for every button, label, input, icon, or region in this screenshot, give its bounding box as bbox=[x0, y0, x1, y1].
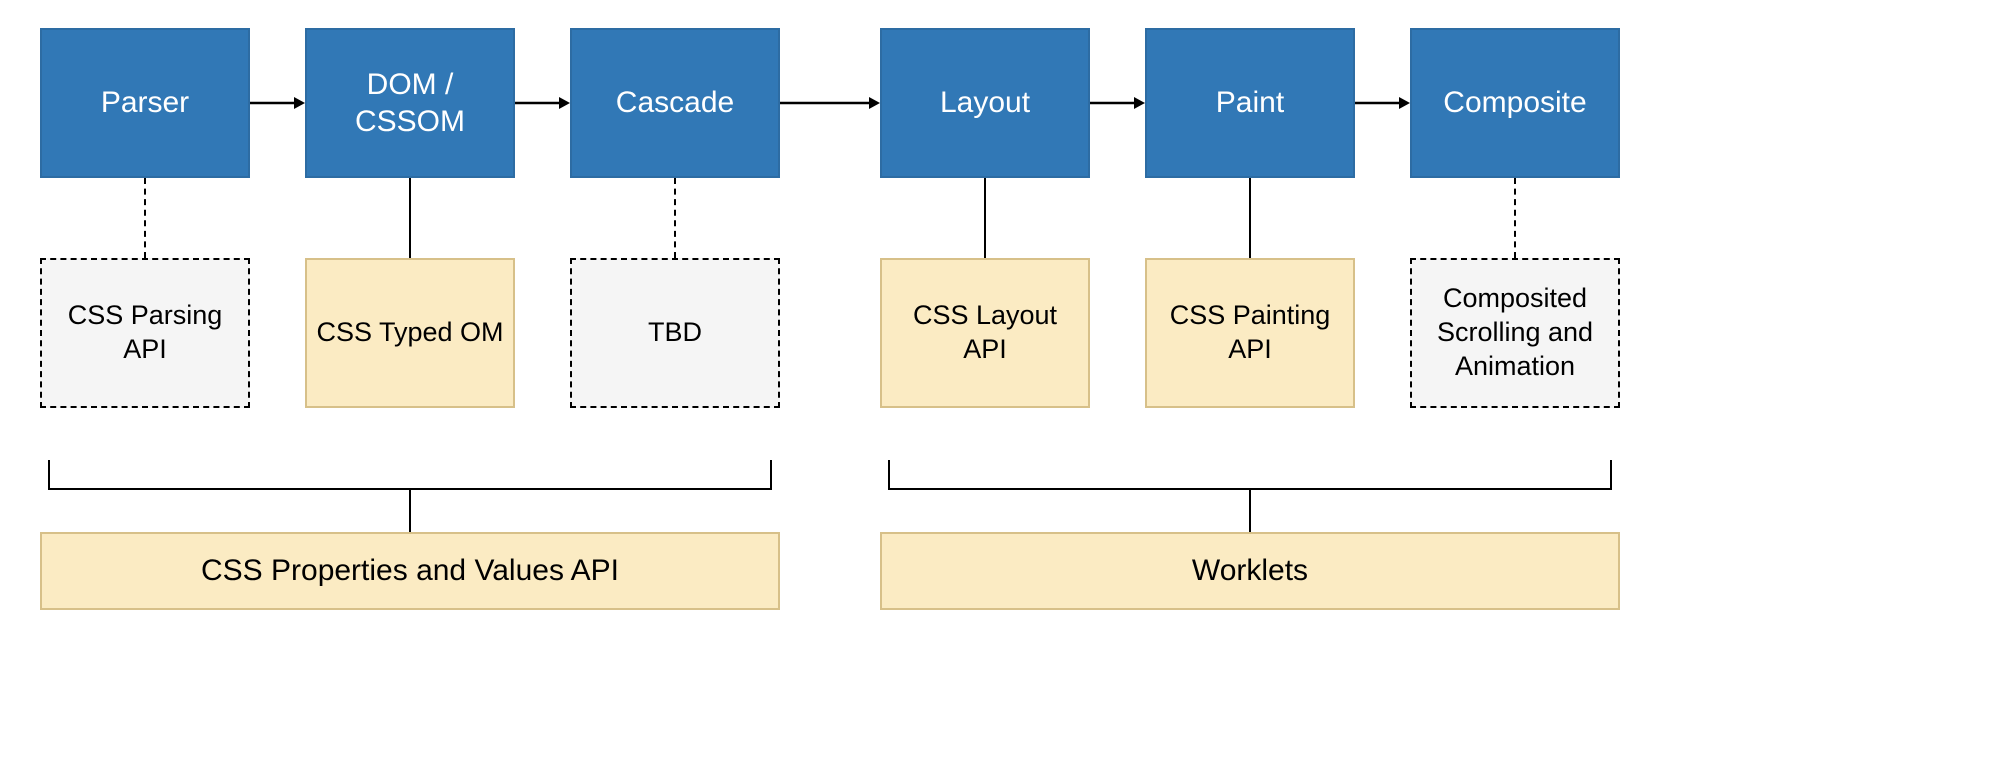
connector-solid bbox=[984, 178, 986, 258]
api-composited-scrolling: Composited Scrolling and Animation bbox=[1410, 258, 1620, 408]
connector-dashed bbox=[674, 178, 676, 258]
arrow-icon bbox=[250, 96, 305, 110]
api-tbd: TBD bbox=[570, 258, 780, 408]
stage-paint: Paint bbox=[1145, 28, 1355, 178]
bottom-worklets: Worklets bbox=[880, 532, 1620, 610]
stage-label: Layout bbox=[940, 84, 1030, 122]
api-css-painting: CSS Painting API bbox=[1145, 258, 1355, 408]
api-label: CSS Parsing API bbox=[50, 299, 240, 367]
stage-cascade: Cascade bbox=[570, 28, 780, 178]
arrow-icon bbox=[1355, 96, 1410, 110]
arrow-icon bbox=[780, 96, 880, 110]
api-css-typed-om: CSS Typed OM bbox=[305, 258, 515, 408]
stage-label: DOM / CSSOM bbox=[355, 66, 465, 141]
diagram-canvas: Parser DOM / CSSOM Cascade Layout Paint … bbox=[0, 0, 2000, 766]
connector-solid bbox=[409, 178, 411, 258]
connector-solid bbox=[1249, 178, 1251, 258]
stage-label: Parser bbox=[101, 84, 189, 122]
api-css-parsing: CSS Parsing API bbox=[40, 258, 250, 408]
api-label: CSS Layout API bbox=[890, 299, 1080, 367]
stage-label: Cascade bbox=[616, 84, 734, 122]
stage-label: Composite bbox=[1443, 84, 1586, 122]
arrow-icon bbox=[515, 96, 570, 110]
api-label: CSS Painting API bbox=[1155, 299, 1345, 367]
connector-dashed bbox=[1514, 178, 1516, 258]
api-css-layout: CSS Layout API bbox=[880, 258, 1090, 408]
stage-label: Paint bbox=[1216, 84, 1284, 122]
bottom-label: Worklets bbox=[1192, 554, 1308, 588]
stage-parser: Parser bbox=[40, 28, 250, 178]
stage-composite: Composite bbox=[1410, 28, 1620, 178]
bottom-label: CSS Properties and Values API bbox=[201, 554, 619, 588]
stage-dom-cssom: DOM / CSSOM bbox=[305, 28, 515, 178]
bracket-stem-right bbox=[1249, 490, 1251, 532]
bracket-left bbox=[48, 460, 772, 490]
bracket-right bbox=[888, 460, 1612, 490]
api-label: Composited Scrolling and Animation bbox=[1420, 282, 1610, 383]
connector-dashed bbox=[144, 178, 146, 258]
bottom-css-properties-values: CSS Properties and Values API bbox=[40, 532, 780, 610]
bracket-stem-left bbox=[409, 490, 411, 532]
stage-layout: Layout bbox=[880, 28, 1090, 178]
arrow-icon bbox=[1090, 96, 1145, 110]
api-label: TBD bbox=[648, 316, 702, 350]
api-label: CSS Typed OM bbox=[316, 316, 503, 350]
